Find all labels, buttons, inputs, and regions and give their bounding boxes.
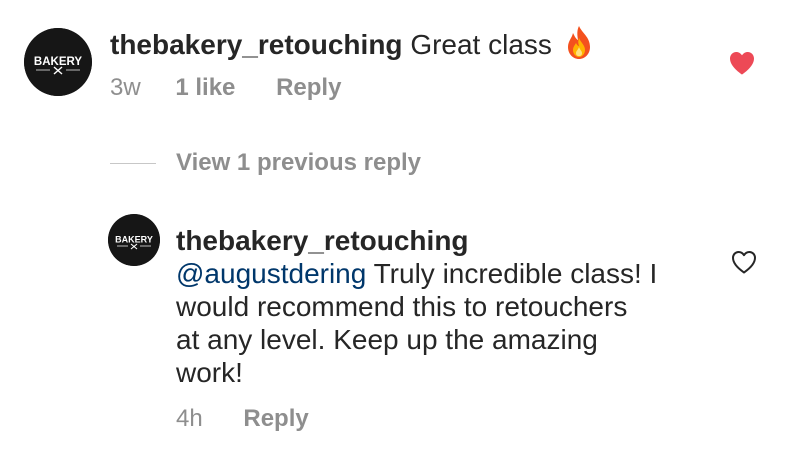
like-count-button[interactable]: 1 like [175, 74, 235, 102]
mention-link[interactable]: @augustdering [176, 258, 366, 289]
heart-outline-icon [732, 251, 756, 274]
comments-section: BAKERY thebakery_retouching Great class … [0, 0, 800, 450]
comment-meta: 3w 1 like Reply [110, 74, 341, 102]
heart-filled-icon [730, 52, 754, 75]
comment-body: Great class [410, 29, 552, 60]
divider [110, 162, 156, 164]
bakery-logo-avatar-icon: BAKERY [108, 214, 160, 266]
comment-body-line: @augustdering Truly incredible class! I [176, 257, 716, 290]
fire-icon [564, 24, 594, 60]
comment-body-line: at any level. Keep up the amazing [176, 324, 598, 355]
logo-text: BAKERY [115, 235, 153, 245]
comment-body-line: work! [176, 357, 243, 388]
like-button[interactable] [728, 50, 756, 76]
comment-username[interactable]: thebakery_retouching [176, 224, 469, 257]
view-previous-replies-label: View 1 previous reply [176, 149, 422, 176]
comment-timestamp: 4h [176, 405, 203, 432]
avatar[interactable]: BAKERY [108, 214, 160, 266]
reply-button[interactable]: Reply [243, 405, 308, 433]
comment-username[interactable]: thebakery_retouching [110, 29, 403, 60]
bakery-logo-avatar-icon: BAKERY [24, 28, 92, 96]
reply-button[interactable]: Reply [276, 74, 341, 102]
avatar[interactable]: BAKERY [24, 28, 92, 96]
comment-body-text: Truly incredible class! I [366, 258, 658, 289]
logo-text: BAKERY [34, 56, 82, 68]
comment-timestamp: 3w [110, 74, 141, 101]
comment-meta: 4h Reply [176, 405, 309, 433]
comment-text: thebakery_retouching Great class [110, 24, 594, 61]
comment-body-line: would recommend this to retouchers [176, 291, 628, 322]
view-previous-replies-button[interactable]: View 1 previous reply [110, 148, 421, 178]
comment-body: @augustdering Truly incredible class! I … [176, 257, 716, 389]
like-button[interactable] [730, 249, 758, 275]
